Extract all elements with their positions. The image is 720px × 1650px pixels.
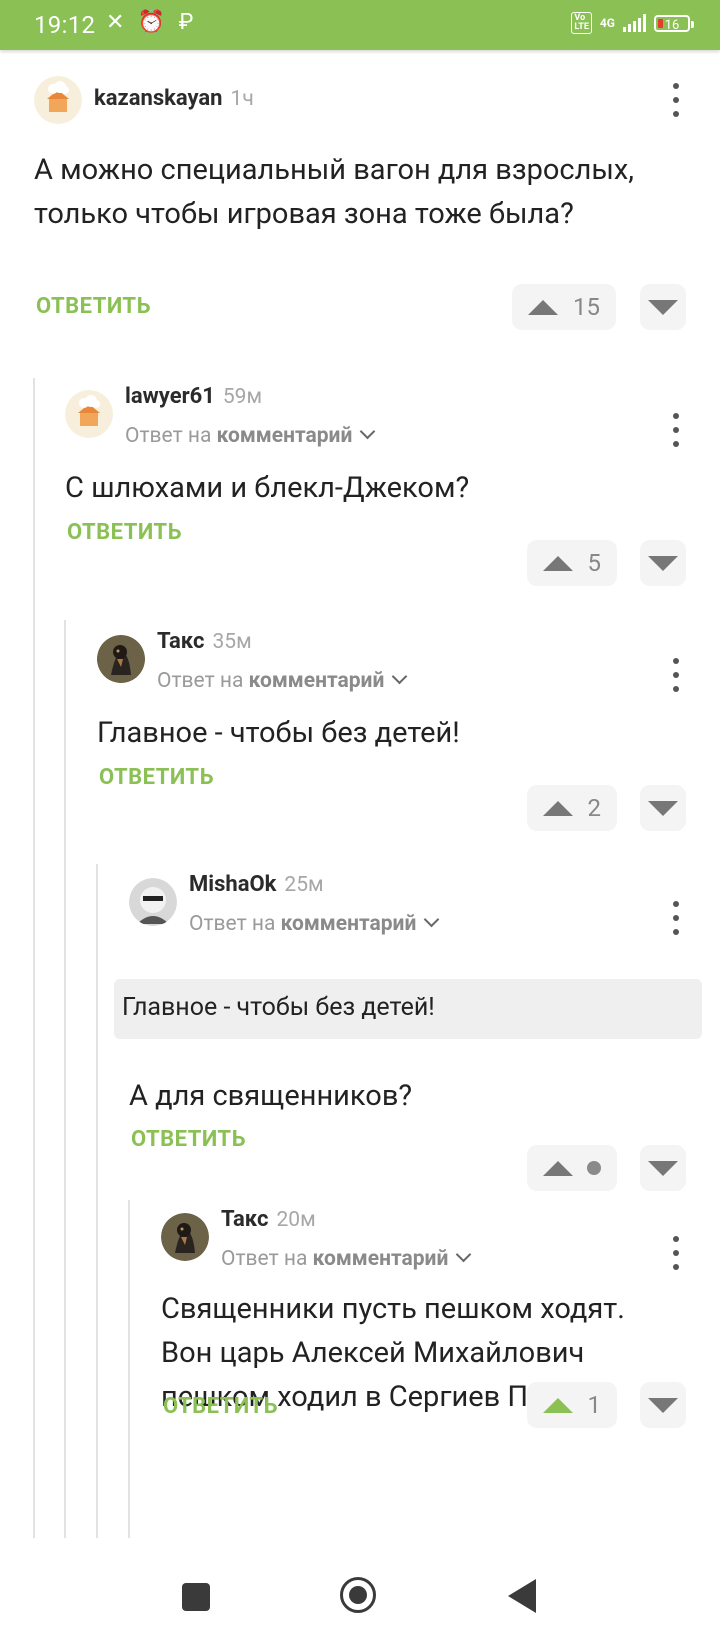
upvote-icon[interactable] [528, 299, 558, 315]
comment-text: А можно специальный вагон для взрослых, … [34, 153, 634, 231]
thread-line-2 [64, 620, 66, 1538]
more-options-icon[interactable] [666, 83, 686, 117]
downvote-button[interactable] [640, 284, 686, 330]
upvote-icon[interactable] [543, 1160, 573, 1176]
comment-time: 1ч [230, 87, 254, 111]
rating-count: 5 [587, 549, 602, 577]
comment-time: 20м [276, 1208, 316, 1232]
home-icon[interactable] [340, 1577, 376, 1613]
comment-text: Главное - чтобы без детей! [97, 716, 460, 750]
downvote-button[interactable] [640, 785, 686, 831]
system-navigation-bar [0, 1540, 720, 1650]
reply-to-link[interactable]: Ответ на комментарий [189, 911, 440, 936]
comment-username[interactable]: Такс 35м [157, 629, 252, 654]
volte-icon: Vo LTE [571, 12, 592, 34]
avatar[interactable] [97, 635, 145, 683]
avatar[interactable] [65, 390, 113, 438]
comment-taks-1: Такс 35м Ответ на комментарий Главное - ч… [97, 629, 686, 845]
thread-line-1 [33, 378, 35, 1538]
reply-button[interactable]: ОТВЕТИТЬ [131, 1127, 246, 1152]
upvote-icon[interactable] [543, 555, 573, 571]
comment-username[interactable]: lawyer61 59м [125, 384, 262, 409]
rating-count: 1 [587, 1391, 602, 1419]
downvote-button[interactable] [640, 540, 686, 586]
comment-time: 35м [212, 630, 252, 654]
rating-count: 2 [587, 794, 602, 822]
chevron-down-icon [456, 1246, 472, 1263]
vote-box: 1 [527, 1382, 617, 1428]
comment-time: 25м [284, 873, 324, 897]
vote-box [527, 1145, 617, 1191]
avatar[interactable] [34, 76, 82, 124]
vote-box: 5 [527, 540, 617, 586]
vote-box: 2 [527, 785, 617, 831]
upvote-icon[interactable] [543, 800, 573, 816]
reply-button[interactable]: ОТВЕТИТЬ [163, 1394, 278, 1419]
network-type: 4G [599, 16, 615, 30]
status-notification-icons: ✕ ⏰ ₽ [106, 10, 198, 35]
vote-box: 15 [512, 284, 616, 330]
more-options-icon[interactable] [666, 901, 686, 935]
comment-mishaok: MishaOk 25м Ответ на комментарий Главное … [114, 872, 702, 1191]
comment-text: С шлюхами и блекл-Джеком? [65, 471, 470, 505]
comment-username[interactable]: MishaOk 25м [189, 872, 324, 897]
reply-to-link[interactable]: Ответ на комментарий [221, 1246, 472, 1271]
downvote-icon [648, 555, 678, 571]
avatar[interactable] [161, 1213, 209, 1261]
downvote-icon [648, 800, 678, 816]
chevron-down-icon [360, 423, 376, 440]
comment-text: А для священников? [129, 1079, 413, 1113]
signal-icon [623, 14, 646, 32]
rating-count: 15 [573, 293, 600, 321]
downvote-button[interactable] [640, 1145, 686, 1191]
thread-line-4 [128, 1200, 130, 1538]
comment-kazanskayan: kazanskayan 1ч А можно специальный вагон … [34, 76, 686, 356]
comment-username[interactable]: kazanskayan 1ч [94, 86, 254, 111]
comment-lawyer61: lawyer61 59м Ответ на комментарий С шлюха… [65, 384, 686, 600]
more-options-icon[interactable] [666, 1236, 686, 1270]
comment-taks-2: Такс 20м Ответ на комментарий Священники … [161, 1207, 686, 1520]
reply-button[interactable]: ОТВЕТИТЬ [99, 765, 214, 790]
avatar[interactable] [129, 878, 177, 926]
reply-button[interactable]: ОТВЕТИТЬ [67, 520, 182, 545]
chevron-down-icon [392, 668, 408, 685]
more-options-icon[interactable] [666, 413, 686, 447]
more-options-icon[interactable] [666, 658, 686, 692]
chevron-down-icon [424, 911, 440, 928]
comment-time: 59м [222, 385, 263, 409]
status-time: 19:12 [34, 11, 96, 39]
downvote-icon [648, 1160, 678, 1176]
downvote-icon [648, 299, 678, 315]
back-icon[interactable] [508, 1579, 536, 1613]
reply-to-link[interactable]: Ответ на комментарий [157, 668, 408, 693]
reply-to-link[interactable]: Ответ на комментарий [125, 423, 376, 448]
battery-level: 16 [664, 17, 680, 33]
quoted-comment[interactable]: Главное - чтобы без детей! [114, 979, 702, 1039]
reply-button[interactable]: ОТВЕТИТЬ [36, 294, 151, 319]
status-right-icons: Vo LTE 4G 16 [571, 12, 694, 34]
downvote-icon [648, 1397, 678, 1413]
comment-username[interactable]: Такс 20м [221, 1207, 316, 1232]
recent-apps-icon[interactable] [182, 1583, 210, 1611]
status-bar: 19:12 ✕ ⏰ ₽ Vo LTE 4G 16 [0, 0, 720, 50]
downvote-button[interactable] [640, 1382, 686, 1428]
battery-icon: 16 [654, 14, 694, 33]
rating-hidden-icon [587, 1161, 601, 1175]
upvote-icon[interactable] [543, 1397, 573, 1413]
thread-line-3 [96, 864, 98, 1538]
